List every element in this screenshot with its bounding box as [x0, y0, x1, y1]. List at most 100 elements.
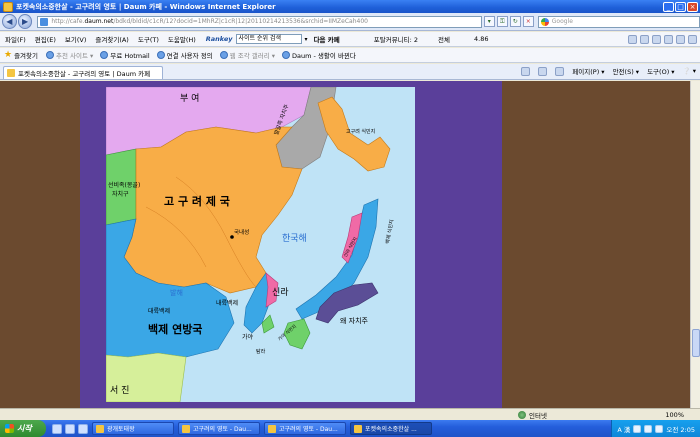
stop-icon[interactable]: ×	[522, 16, 534, 27]
ie-icon	[268, 424, 276, 433]
google-icon	[540, 17, 549, 26]
window-title: 포켓속의소중한살 - 고구려의 영토 | Daum 카페 - Windows I…	[16, 2, 276, 11]
url-domain: daum.net	[84, 18, 114, 25]
media-quicklaunch-icon[interactable]	[78, 423, 88, 434]
address-tools: ▾ ⚿ ↻ ×	[483, 16, 534, 27]
map-svg: 부 여 고 구 려 제 국 선비족(몽골) 자치구 국내성 한국해 백제 연방국…	[106, 87, 415, 402]
star-icon[interactable]: ★	[4, 50, 12, 60]
label-balhae: 발해	[170, 288, 183, 297]
settings-icon[interactable]	[688, 34, 697, 44]
url-prefix: http://cafe.	[51, 18, 85, 25]
menu-tools[interactable]: 도구(T)	[138, 34, 159, 44]
dropdown-icon[interactable]: ▾	[483, 16, 495, 27]
site-icon	[156, 51, 165, 59]
mail-icon[interactable]	[652, 34, 661, 44]
menu-file[interactable]: 파일(F)	[5, 34, 26, 44]
search-input[interactable]: Google	[537, 15, 700, 28]
lock-icon[interactable]: ⚿	[496, 16, 508, 27]
feed-icon[interactable]	[538, 66, 548, 76]
site-icon	[100, 51, 109, 59]
task-label: 광개토태왕	[107, 426, 135, 433]
fav-daum[interactable]: Daum - 생활이 바뀐다	[282, 50, 356, 60]
maximize-button[interactable]: □	[675, 1, 686, 12]
refresh-icon[interactable]: ↻	[509, 16, 521, 27]
all-button[interactable]: 전체	[438, 34, 450, 44]
menu-favorites[interactable]: 즐겨찾기(A)	[95, 34, 128, 44]
task-label: 고구려의 영토 - Dau...	[193, 426, 252, 433]
home-icon[interactable]	[521, 66, 531, 76]
safety-menu[interactable]: 안전(S) ▾	[613, 66, 640, 76]
start-label: 시작	[17, 424, 32, 433]
print-icon[interactable]	[555, 66, 565, 76]
tools-menu[interactable]: 도구(O) ▾	[647, 66, 674, 76]
forward-button[interactable]: ▶	[17, 14, 33, 29]
tab-active[interactable]: 포켓속의소중한살 - 고구려의 영토 | Daum 카페	[3, 66, 163, 79]
fav-web-slice-gallery[interactable]: 웹 조각 갤러리 ▾	[219, 50, 276, 60]
vertical-scrollbar[interactable]	[690, 81, 700, 408]
security-icon[interactable]	[655, 424, 664, 433]
menu-help[interactable]: 도움말(H)	[168, 34, 196, 44]
address-input[interactable]: http://cafe. daum.net/bdkd/bldid/c1cR/12?…	[37, 15, 482, 28]
ie-quicklaunch-icon[interactable]	[52, 423, 62, 434]
command-bar: 페이지(P) ▾ 안전(S) ▾ 도구(O) ▾ ❔ ▾	[521, 63, 696, 79]
search-placeholder: Google	[551, 18, 573, 25]
favorites-label[interactable]: 즐겨찾기	[14, 50, 38, 60]
menu-edit[interactable]: 편집(E)	[35, 34, 56, 44]
zoom-level[interactable]: 100%	[665, 411, 684, 419]
site-icon	[219, 51, 228, 59]
rankey-logo: Rankey	[205, 35, 233, 43]
fav-hotmail[interactable]: 무료 Hotmail	[100, 50, 150, 60]
label-baekje-federation: 백제 연방국	[148, 322, 202, 336]
ie-icon	[182, 424, 190, 433]
ie-icon	[354, 424, 362, 433]
fav-customize-links[interactable]: 연결 사용자 정의	[156, 50, 213, 60]
taskbar: 시작 광개토태왕 고구려의 영토 - Dau... 고구려의 영토 - Dau.…	[0, 420, 700, 437]
page-icon	[40, 17, 49, 26]
start-button[interactable]: 시작	[0, 420, 46, 437]
chat-icon[interactable]	[664, 34, 673, 44]
label-sunbi-line2: 자치구	[112, 190, 129, 198]
windows-logo-icon	[5, 424, 14, 433]
label-gungnaeseong: 국내성	[234, 228, 249, 236]
label-daeryuk-baekje: 대륙백제	[148, 307, 170, 315]
label-seojin: 서 진	[110, 385, 129, 396]
rankey-dropdown[interactable]: ▾	[305, 36, 308, 43]
task-ie-2[interactable]: 고구려의 영토 - Dau...	[264, 422, 346, 435]
menu-view[interactable]: 보기(V)	[65, 34, 86, 44]
lock-icon[interactable]	[640, 34, 649, 44]
fav-label: 웹 조각 갤러리 ▾	[229, 52, 276, 60]
ie-icon	[3, 1, 13, 12]
portal-community[interactable]: 포탈커뮤니티: 2	[374, 34, 418, 44]
label-tamna: 탐라	[256, 348, 266, 355]
tool-icon[interactable]	[676, 34, 685, 44]
ime-indicator[interactable]: A 漢	[617, 424, 630, 434]
minimize-button[interactable]: _	[663, 1, 674, 12]
help-menu[interactable]: ❔ ▾	[683, 67, 696, 75]
task-ie-active[interactable]: 포켓속의소중한살 ...	[350, 422, 432, 435]
fav-recommended[interactable]: 추천 사이트 ▾	[46, 50, 93, 60]
clock: 오전 2:05	[666, 425, 695, 434]
globe-icon	[518, 410, 526, 419]
task-label: 포켓속의소중한살 ...	[365, 426, 417, 433]
security-zone[interactable]: 인터넷	[518, 410, 547, 420]
task-label: 고구려의 영토 - Dau...	[279, 426, 338, 433]
fav-label: Daum - 생활이 바뀐다	[292, 52, 356, 60]
back-button[interactable]: ◀	[2, 14, 17, 29]
daum-cafe-link[interactable]: 다음 카페	[314, 34, 340, 44]
rating-value: 4.86	[474, 35, 489, 43]
desktop-quicklaunch-icon[interactable]	[65, 423, 75, 434]
toolbar-icons	[628, 34, 697, 44]
volume-icon[interactable]	[644, 424, 653, 433]
task-folder[interactable]: 광개토태왕	[92, 422, 174, 435]
title-bar[interactable]: 포켓속의소중한살 - 고구려의 영토 | Daum 카페 - Windows I…	[0, 0, 700, 13]
label-buyeo: 부 여	[180, 92, 199, 104]
favorites-bar: ★ 즐겨찾기 추천 사이트 ▾ 무료 Hotmail 연결 사용자 정의 웹 조…	[0, 48, 700, 63]
network-icon[interactable]	[633, 424, 642, 433]
pencil-icon[interactable]	[628, 34, 637, 44]
rankey-search-input[interactable]: 사이트 순위 검색	[235, 34, 302, 44]
scrollbar-thumb[interactable]	[692, 329, 700, 357]
page-menu[interactable]: 페이지(P) ▾	[572, 66, 604, 76]
goguryeo-territory-map: 부 여 고 구 려 제 국 선비족(몽골) 자치구 국내성 한국해 백제 연방국…	[106, 87, 415, 402]
close-button[interactable]: ×	[687, 1, 698, 12]
task-ie-1[interactable]: 고구려의 영토 - Dau...	[178, 422, 260, 435]
